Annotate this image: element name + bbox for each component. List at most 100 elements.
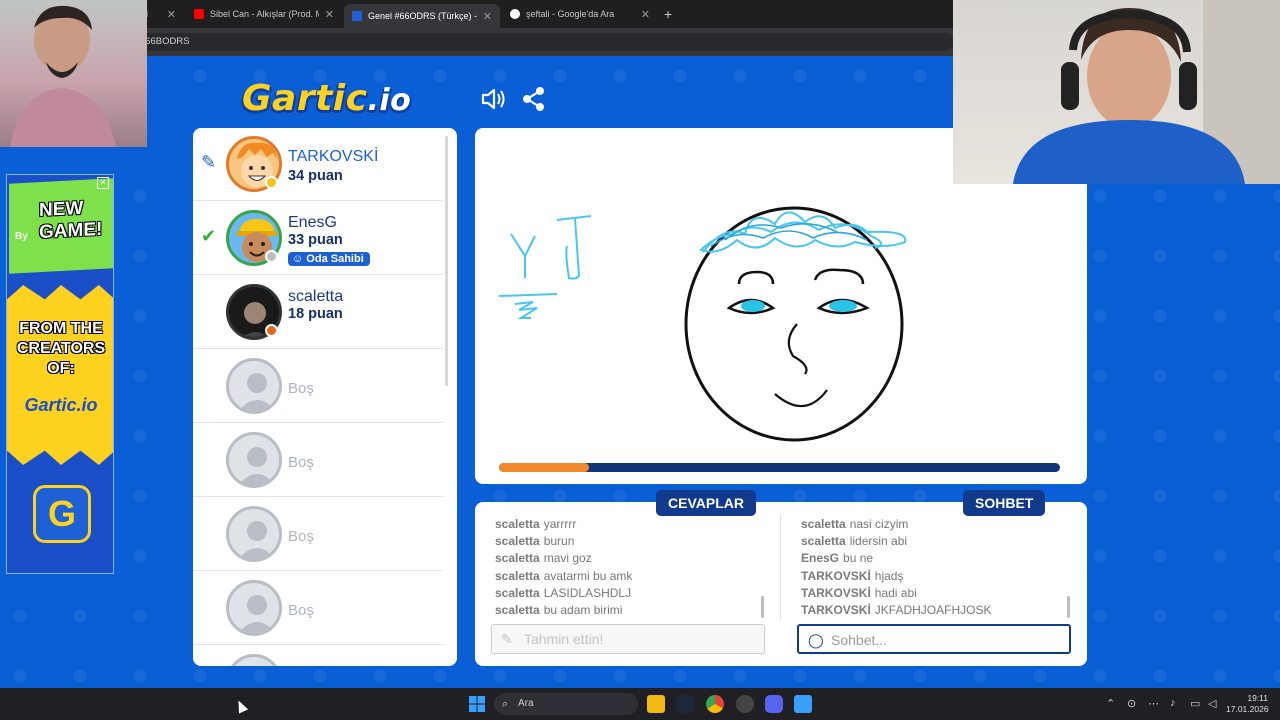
message-user: scaletta	[495, 551, 540, 566]
share-icon[interactable]	[522, 86, 546, 112]
chat-message: EnesG bu ne	[801, 550, 1071, 567]
display-icon[interactable]: ▭	[1190, 697, 1200, 710]
message-text: JKFADHJOAFHJOSK	[874, 603, 992, 618]
ad-brand: Gartic.io	[24, 395, 98, 415]
tray-network-icon[interactable]: ⋯	[1148, 697, 1159, 710]
ad-yellow-panel: FROM THE CREATORS OF: Gartic.io	[7, 285, 113, 465]
discord-icon[interactable]	[765, 695, 783, 713]
search-icon: ⌕	[502, 698, 509, 710]
player-name: Boş	[288, 528, 314, 545]
gartic-g-logo-icon: G	[33, 485, 91, 543]
message-user: scaletta	[495, 585, 540, 600]
message-text: lidersin abi	[849, 534, 908, 549]
answer-message: scaletta yarrrrr	[495, 516, 765, 533]
windows-taskbar: ⌕ Ara ⌃ ⊙ ⋯ ♪ ▭ ◁ 19:11 17.01.2026	[0, 688, 1280, 720]
message-text: hjadş	[874, 568, 904, 583]
message-user: scaletta	[495, 517, 540, 531]
status-dot	[265, 324, 278, 337]
steam-icon[interactable]	[676, 695, 694, 713]
player-name: Boş	[288, 454, 314, 471]
message-text: yarrrrr	[543, 517, 577, 531]
ad-by-text: By	[15, 231, 28, 242]
answers-header: CEVAPLAR	[656, 490, 756, 516]
google-favicon-icon	[510, 9, 520, 19]
chat-header: SOHBET	[963, 490, 1046, 516]
tab-google[interactable]: şeftali - Google'da Ara ✕	[502, 4, 658, 24]
chat-message: TARKOVSKİ hjadş	[801, 568, 1071, 585]
system-clock[interactable]: 19:11 17.01.2026	[1226, 693, 1269, 715]
room-owner-badge: ☺ Oda Sahibi	[288, 252, 370, 266]
chevron-up-icon[interactable]: ⌃	[1106, 697, 1115, 710]
ad-close-icon[interactable]: ✕	[97, 177, 109, 189]
chat-message: scaletta nasi cizyim	[801, 516, 1071, 533]
answer-message: scaletta bu adam birimi	[495, 602, 765, 619]
message-user: EnesG	[801, 551, 840, 566]
gartic-favicon-icon	[352, 11, 362, 21]
tab-label: Sibel Can - Alkışlar (Prod. M	[210, 9, 319, 19]
close-tab-icon[interactable]: ✕	[325, 8, 334, 21]
volume-icon[interactable]: ◁	[1208, 697, 1216, 710]
player-score: 18 puan	[288, 306, 343, 322]
chat-message: scaletta lidersin abi	[801, 533, 1071, 550]
pencil-icon: ✎	[201, 152, 217, 172]
close-tab-icon[interactable]: ✕	[483, 10, 492, 23]
player-row-partial	[193, 646, 443, 666]
windows-start-icon[interactable]	[468, 695, 486, 713]
tab-youtube[interactable]: Sibel Can - Alkışlar (Prod. M ✕	[186, 4, 342, 24]
chat-scrollbar[interactable]	[1067, 596, 1070, 618]
notepad-icon[interactable]	[794, 695, 812, 713]
ad-banner[interactable]: NEW GAME! By ✕ FROM THE CREATORS OF: Gar…	[6, 174, 114, 574]
youtube-favicon-icon	[194, 9, 204, 19]
players-panel: ✎ TARKOVSKİ 34 puan ✔ EnesG 33 puan ☺ Od…	[193, 128, 457, 666]
player-row[interactable]: scaletta 18 puan	[193, 276, 443, 349]
round-timer-bar	[499, 463, 1060, 472]
guess-placeholder: Tahmin ettin!	[524, 631, 604, 647]
player-row-empty: Boş	[193, 350, 443, 423]
message-text: nasi cizyim	[849, 517, 909, 531]
chrome-icon[interactable]	[706, 695, 724, 713]
status-dot	[265, 250, 278, 263]
webcam-person-icon	[1013, 0, 1280, 184]
chat-message: TARKOVSKİ hadi abi	[801, 585, 1071, 602]
player-row-empty: Boş	[193, 572, 443, 645]
message-user: scaletta	[495, 603, 540, 618]
app-icon[interactable]	[736, 695, 754, 713]
answer-message: scaletta mavi goz	[495, 550, 765, 567]
tab-label: şeftali - Google'da Ara	[526, 9, 615, 19]
chat-panel: CEVAPLAR SOHBET scaletta yarrrrr scaletta…	[475, 490, 1087, 666]
ad-new-game-text: NEW GAME!	[39, 197, 103, 244]
player-row[interactable]: ✎ TARKOVSKİ 34 puan	[193, 128, 443, 201]
players-scrollbar[interactable]	[445, 136, 448, 386]
message-text: burun	[543, 534, 575, 549]
microphone-icon[interactable]: ♪	[1170, 697, 1176, 709]
speaker-icon[interactable]	[480, 86, 506, 112]
logo-text: Gartic	[242, 78, 368, 119]
message-text: mavi goz	[543, 551, 592, 566]
close-tab-icon[interactable]: ✕	[167, 8, 176, 21]
tab-gartic[interactable]: Genel #66ODRS (Türkçe) - Gar ✕	[344, 4, 500, 28]
message-text: hadi abi	[874, 585, 917, 600]
player-row[interactable]: ✔ EnesG 33 puan ☺ Oda Sahibi	[193, 202, 443, 275]
webcam-overlay-left	[0, 0, 147, 147]
taskbar-search[interactable]: ⌕ Ara	[494, 693, 638, 715]
player-name: Boş	[288, 380, 314, 397]
message-text: LASIDLASHDLJ	[543, 585, 632, 600]
tab-label: Genel #66ODRS (Türkçe) - Gar	[368, 11, 477, 21]
gartic-logo[interactable]: Gartic.io	[242, 78, 411, 119]
clock-time: 19:11	[1247, 693, 1268, 703]
timer-fill	[499, 463, 589, 472]
pencil-icon: ✎	[501, 631, 513, 647]
file-explorer-icon[interactable]	[647, 695, 665, 713]
player-row-empty: Boş	[193, 424, 443, 497]
tray-app-icon[interactable]: ⊙	[1127, 697, 1136, 710]
answers-scrollbar[interactable]	[761, 596, 764, 618]
new-tab-button[interactable]: +	[664, 6, 672, 22]
url-field[interactable]: gartic.io/066BODRS	[94, 33, 954, 51]
guess-input[interactable]: ✎ Tahmin ettin!	[491, 624, 765, 654]
webcam-overlay-right	[953, 0, 1280, 184]
close-tab-icon[interactable]: ✕	[641, 8, 650, 21]
message-text: bu ne	[843, 551, 874, 566]
message-user: scaletta	[495, 534, 540, 549]
message-user: TARKOVSKİ	[801, 585, 871, 600]
chat-input[interactable]: ◯ Sohbet...	[797, 624, 1071, 654]
